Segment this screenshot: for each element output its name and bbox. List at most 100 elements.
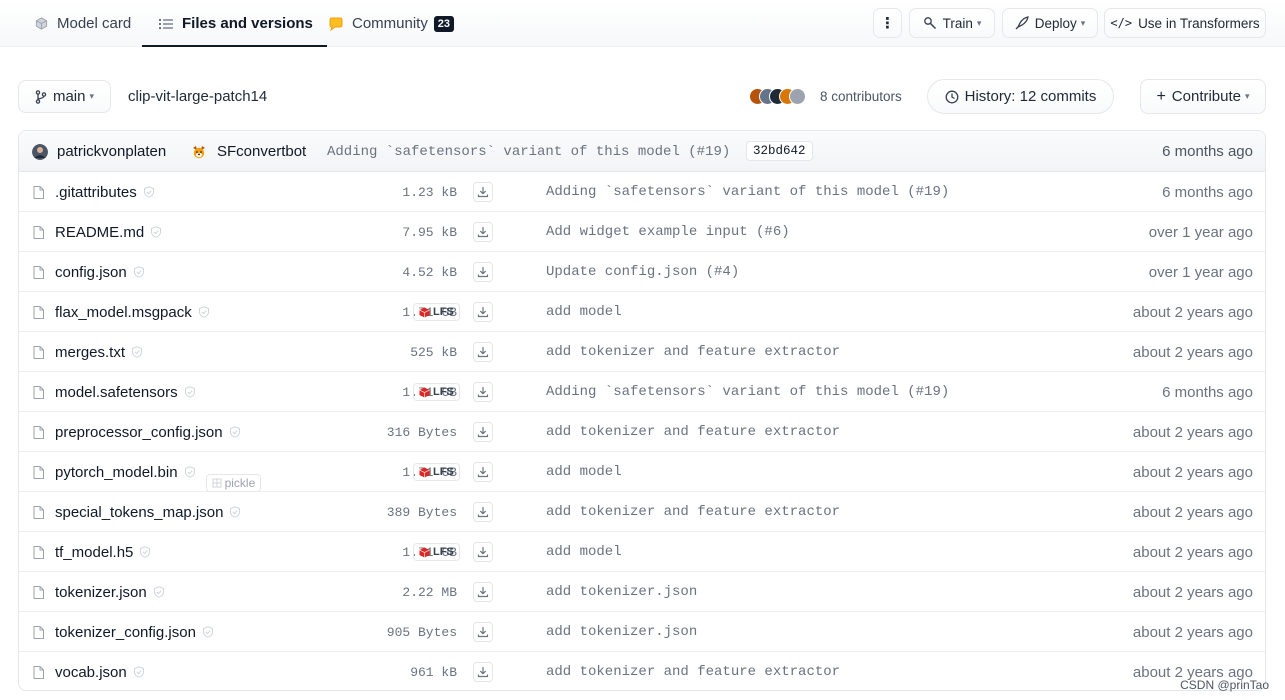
- lfs-badge[interactable]: LFS: [413, 543, 460, 561]
- pickle-badge[interactable]: pickle: [205, 474, 262, 492]
- chevron-down-icon: ▾: [1080, 17, 1086, 28]
- file-commit-message-link[interactable]: add tokenizer and feature extractor: [546, 412, 840, 452]
- download-button[interactable]: [473, 502, 493, 522]
- file-name-link[interactable]: tokenizer.json: [55, 572, 165, 612]
- file-row: tf_model.h5 1.71 GB add model about 2 ye…: [19, 532, 1265, 572]
- commit-message-link[interactable]: Adding `safetensors` variant of this mod…: [327, 131, 730, 172]
- file-name-link[interactable]: tokenizer_config.json: [55, 612, 214, 652]
- file-name: special_tokens_map.json: [55, 503, 224, 521]
- file-name-link[interactable]: .gitattributes: [55, 172, 155, 212]
- file-name-link[interactable]: flax_model.msgpack: [55, 292, 210, 332]
- file-commit-message-link[interactable]: add model: [546, 532, 622, 572]
- chevron-down-icon: ▾: [976, 17, 982, 28]
- lfs-icon: [419, 307, 430, 317]
- file-commit-time: about 2 years ago: [1132, 423, 1253, 441]
- file-name-link[interactable]: tf_model.h5: [55, 532, 151, 572]
- lfs-badge[interactable]: LFS: [413, 383, 460, 401]
- lfs-badge[interactable]: LFS: [413, 303, 460, 321]
- contribute-label: Contribute: [1171, 88, 1242, 105]
- download-button[interactable]: [473, 262, 493, 282]
- file-icon: [33, 172, 45, 212]
- history-label: History: 12 commits: [964, 88, 1097, 105]
- branch-selector[interactable]: main ▾: [18, 80, 111, 113]
- file-row: special_tokens_map.json 389 Bytes add to…: [19, 492, 1265, 532]
- file-name-link[interactable]: preprocessor_config.json: [55, 412, 241, 452]
- file-size: 4.52 kB: [402, 264, 457, 280]
- download-button[interactable]: [473, 382, 493, 402]
- train-button[interactable]: Train ▾: [909, 8, 995, 38]
- branch-label: main: [52, 88, 86, 105]
- download-button[interactable]: [473, 302, 493, 322]
- more-options-button[interactable]: ⋮: [873, 8, 902, 38]
- code-icon: </>: [1110, 16, 1133, 30]
- repo-tab-bar: Model card Files and versions Community …: [0, 0, 1285, 47]
- file-list: .gitattributes 1.23 kB Adding `safetenso…: [19, 172, 1265, 690]
- file-name-link[interactable]: README.md: [55, 212, 162, 252]
- download-button[interactable]: [473, 342, 493, 362]
- file-commit-message-link[interactable]: Adding `safetensors` variant of this mod…: [546, 172, 949, 212]
- use-in-transformers-button[interactable]: </> Use in Transformers: [1104, 8, 1266, 38]
- file-name-link[interactable]: model.safetensors: [55, 372, 196, 412]
- file-icon: [33, 332, 45, 372]
- contributors-link[interactable]: 8 contributors: [820, 89, 902, 104]
- file-name-link[interactable]: merges.txt: [55, 332, 143, 372]
- shield-check-icon: [133, 266, 145, 278]
- shield-check-icon: [150, 226, 162, 238]
- file-row: .gitattributes 1.23 kB Adding `safetenso…: [19, 172, 1265, 212]
- commit-coauthor-link[interactable]: SFconvertbot: [217, 131, 306, 172]
- tab-model-card[interactable]: Model card: [33, 0, 131, 47]
- file-commit-message-link[interactable]: add tokenizer.json: [546, 572, 697, 612]
- file-commit-message-link[interactable]: Update config.json (#4): [546, 252, 739, 292]
- download-button[interactable]: [473, 542, 493, 562]
- file-name-link[interactable]: special_tokens_map.json: [55, 492, 241, 532]
- shield-check-icon: [139, 546, 151, 558]
- file-icon: [33, 532, 45, 572]
- commit-hash[interactable]: 32bd642: [746, 141, 813, 161]
- file-row: merges.txt 525 kB add tokenizer and feat…: [19, 332, 1265, 372]
- file-name-link[interactable]: pytorch_model.bin pickle: [55, 452, 262, 492]
- file-commit-message-link[interactable]: add tokenizer and feature extractor: [546, 492, 840, 532]
- file-commit-message-link[interactable]: add model: [546, 452, 622, 492]
- file-commit-message-link[interactable]: add tokenizer and feature extractor: [546, 332, 840, 372]
- tab-community[interactable]: Community 23: [328, 0, 454, 47]
- shield-check-icon: [229, 426, 241, 438]
- download-button[interactable]: [473, 462, 493, 482]
- file-commit-message-link[interactable]: add tokenizer and feature extractor: [546, 652, 840, 690]
- file-row: vocab.json 961 kB add tokenizer and feat…: [19, 652, 1265, 690]
- download-button[interactable]: [473, 182, 493, 202]
- file-size: 7.95 kB: [402, 224, 457, 240]
- chevron-down-icon: ▾: [89, 91, 95, 101]
- file-commit-message-link[interactable]: Adding `safetensors` variant of this mod…: [546, 372, 949, 412]
- file-name: flax_model.msgpack: [55, 303, 192, 321]
- download-button[interactable]: [473, 662, 493, 682]
- download-button[interactable]: [473, 622, 493, 642]
- shield-check-icon: [229, 506, 241, 518]
- download-button[interactable]: [473, 422, 493, 442]
- history-button[interactable]: History: 12 commits: [927, 79, 1114, 114]
- contribute-button[interactable]: + Contribute ▾: [1140, 79, 1266, 114]
- file-commit-message-link[interactable]: Add widget example input (#6): [546, 212, 790, 252]
- commit-author-link[interactable]: patrickvonplaten: [57, 131, 166, 172]
- pickle-label: pickle: [224, 476, 256, 490]
- file-name: tokenizer.json: [55, 583, 147, 601]
- file-table: patrickvonplaten SFconvertbot Adding `sa…: [18, 130, 1266, 691]
- file-row: README.md 7.95 kB Add widget example inp…: [19, 212, 1265, 252]
- file-icon: [33, 252, 45, 292]
- file-size: 961 kB: [410, 664, 457, 680]
- shield-check-icon: [184, 386, 196, 398]
- tab-files-and-versions[interactable]: Files and versions: [142, 0, 327, 47]
- file-name-link[interactable]: config.json: [55, 252, 145, 292]
- download-button[interactable]: [473, 582, 493, 602]
- file-commit-time: about 2 years ago: [1132, 463, 1253, 481]
- file-name-link[interactable]: vocab.json: [55, 652, 145, 690]
- deploy-button[interactable]: Deploy ▾: [1002, 8, 1098, 38]
- shield-check-icon: [153, 586, 165, 598]
- community-count-badge: 23: [433, 15, 454, 32]
- contributor-avatars[interactable]: [749, 88, 806, 105]
- lfs-badge[interactable]: LFS: [413, 463, 460, 481]
- file-row: config.json 4.52 kB Update config.json (…: [19, 252, 1265, 292]
- download-button[interactable]: [473, 222, 493, 242]
- file-commit-message-link[interactable]: add model: [546, 292, 622, 332]
- file-commit-message-link[interactable]: add tokenizer.json: [546, 612, 697, 652]
- file-name: tokenizer_config.json: [55, 623, 196, 641]
